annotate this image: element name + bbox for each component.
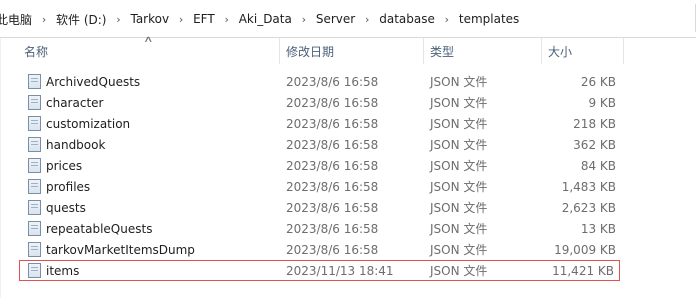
breadcrumb-item-aki-data[interactable]: Aki_Data [235,12,296,26]
file-row[interactable]: character 2023/8/6 16:58 JSON 文件 9 KB [22,92,620,113]
json-file-icon [26,113,42,134]
file-type: JSON 文件 [430,159,488,173]
breadcrumb: 此电脑 › 软件 (D:) › Tarkov › EFT › Aki_Data … [0,9,523,29]
breadcrumb-item-this-pc[interactable]: 此电脑 [0,11,36,28]
column-header-row: ∧ 名称 修改日期 类型 大小 [0,35,696,64]
file-row[interactable]: ArchivedQuests 2023/8/6 16:58 JSON 文件 26… [22,71,620,92]
breadcrumb-item-tarkov[interactable]: Tarkov [126,12,173,26]
file-type: JSON 文件 [430,222,488,236]
file-type: JSON 文件 [430,117,488,131]
column-divider[interactable] [623,38,624,64]
breadcrumb-item-eft[interactable]: EFT [189,12,219,26]
breadcrumb-item-templates[interactable]: templates [455,12,523,26]
file-date: 2023/8/6 16:58 [286,221,379,236]
file-size: 84 KB [580,158,616,173]
breadcrumb-separator-icon[interactable]: › [36,13,52,26]
file-name: character [46,95,104,110]
json-file-icon [26,134,42,155]
breadcrumb-separator-icon[interactable]: › [439,13,455,26]
file-type: JSON 文件 [430,201,488,215]
file-date: 2023/8/6 16:58 [286,116,379,131]
breadcrumb-item-server[interactable]: Server [312,12,359,26]
breadcrumb-item-database[interactable]: database [375,12,439,26]
file-date: 2023/8/6 16:58 [286,74,379,89]
file-date: 2023/8/6 16:58 [286,179,379,194]
file-type: JSON 文件 [430,180,488,194]
file-row[interactable]: prices 2023/8/6 16:58 JSON 文件 84 KB [22,155,620,176]
file-size: 19,009 KB [554,242,616,257]
breadcrumb-separator-icon[interactable]: › [173,13,189,26]
file-date: 2023/8/6 16:58 [286,200,379,215]
breadcrumb-separator-icon[interactable]: › [296,13,312,26]
column-header-type[interactable]: 类型 [424,38,541,64]
file-name: tarkovMarketItemsDump [46,242,195,257]
file-size: 2,623 KB [561,200,616,215]
file-row[interactable]: profiles 2023/8/6 16:58 JSON 文件 1,483 KB [22,176,620,197]
file-type: JSON 文件 [430,96,488,110]
column-header-size[interactable]: 大小 [542,38,624,64]
json-file-icon [26,260,42,281]
json-file-icon [26,71,42,92]
address-bar[interactable]: 此电脑 › 软件 (D:) › Tarkov › EFT › Aki_Data … [0,0,696,38]
file-size: 1,483 KB [561,179,616,194]
file-name: items [46,263,80,278]
pane-edge [0,38,1,298]
file-name: profiles [46,179,91,194]
file-size: 26 KB [580,74,616,89]
json-file-icon [26,176,42,197]
file-date: 2023/8/6 16:58 [286,242,379,257]
file-name: ArchivedQuests [46,74,141,89]
json-file-icon [26,239,42,260]
file-size: 9 KB [588,95,616,110]
json-file-icon [26,92,42,113]
json-file-icon [26,197,42,218]
file-row[interactable]: handbook 2023/8/6 16:58 JSON 文件 362 KB [22,134,620,155]
file-date: 2023/8/6 16:58 [286,137,379,152]
file-date: 2023/8/6 16:58 [286,158,379,173]
file-size: 13 KB [580,221,616,236]
file-row-highlighted[interactable]: items 2023/11/13 18:41 JSON 文件 11,421 KB [19,260,620,281]
breadcrumb-separator-icon[interactable]: › [359,13,375,26]
column-header-name[interactable]: 名称 [18,38,280,64]
file-size: 11,421 KB [552,263,614,278]
file-date: 2023/8/6 16:58 [286,95,379,110]
breadcrumb-item-drive[interactable]: 软件 (D:) [52,11,110,28]
breadcrumb-separator-icon[interactable]: › [219,13,235,26]
file-type: JSON 文件 [430,264,488,278]
breadcrumb-separator-icon[interactable]: › [110,13,126,26]
file-name: customization [46,116,131,131]
file-row[interactable]: quests 2023/8/6 16:58 JSON 文件 2,623 KB [22,197,620,218]
file-name: quests [46,200,86,215]
file-row[interactable]: tarkovMarketItemsDump 2023/8/6 16:58 JSO… [22,239,620,260]
file-size: 218 KB [573,116,616,131]
file-row[interactable]: repeatableQuests 2023/8/6 16:58 JSON 文件 … [22,218,620,239]
file-size: 362 KB [573,137,616,152]
file-type: JSON 文件 [430,138,488,152]
file-name: handbook [46,137,106,152]
json-file-icon [26,155,42,176]
file-date: 2023/11/13 18:41 [286,263,394,278]
json-file-icon [26,218,42,239]
file-type: JSON 文件 [430,75,488,89]
file-type: JSON 文件 [430,243,488,257]
file-name: repeatableQuests [46,221,153,236]
file-name: prices [46,158,83,173]
file-row[interactable]: customization 2023/8/6 16:58 JSON 文件 218… [22,113,620,134]
column-header-date[interactable]: 修改日期 [280,38,423,64]
